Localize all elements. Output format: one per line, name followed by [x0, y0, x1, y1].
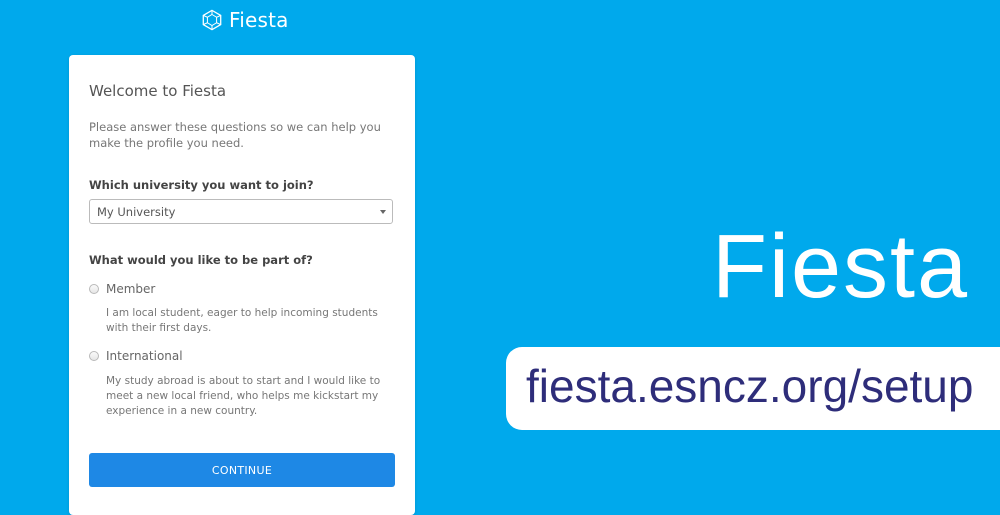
hexagon-network-icon	[202, 9, 222, 31]
form-intro: Please answer these questions so we can …	[89, 120, 381, 150]
member-label[interactable]: Member	[106, 282, 155, 296]
university-select-value: My University	[97, 205, 176, 219]
member-description: I am local student, eager to help incomi…	[106, 307, 378, 334]
app-name: Fiesta	[229, 8, 289, 32]
role-question: What would you like to be part of?	[89, 253, 313, 267]
form-title: Welcome to Fiesta	[89, 82, 227, 100]
promo-title: Fiesta	[712, 217, 970, 317]
url-banner: fiesta.esncz.org/setup	[506, 347, 1000, 430]
international-radio[interactable]	[89, 351, 99, 361]
setup-url: fiesta.esncz.org/setup	[526, 360, 974, 412]
option-international[interactable]: International	[89, 349, 183, 363]
app-logo: Fiesta	[201, 8, 289, 32]
member-radio[interactable]	[89, 284, 99, 294]
university-select[interactable]: My University	[89, 199, 393, 224]
caret-down-icon	[380, 210, 386, 214]
international-label[interactable]: International	[106, 349, 183, 363]
international-description: My study abroad is about to start and I …	[106, 375, 381, 417]
university-question: Which university you want to join?	[89, 178, 314, 192]
option-member[interactable]: Member	[89, 282, 155, 296]
continue-button[interactable]: CONTINUE	[89, 453, 395, 487]
